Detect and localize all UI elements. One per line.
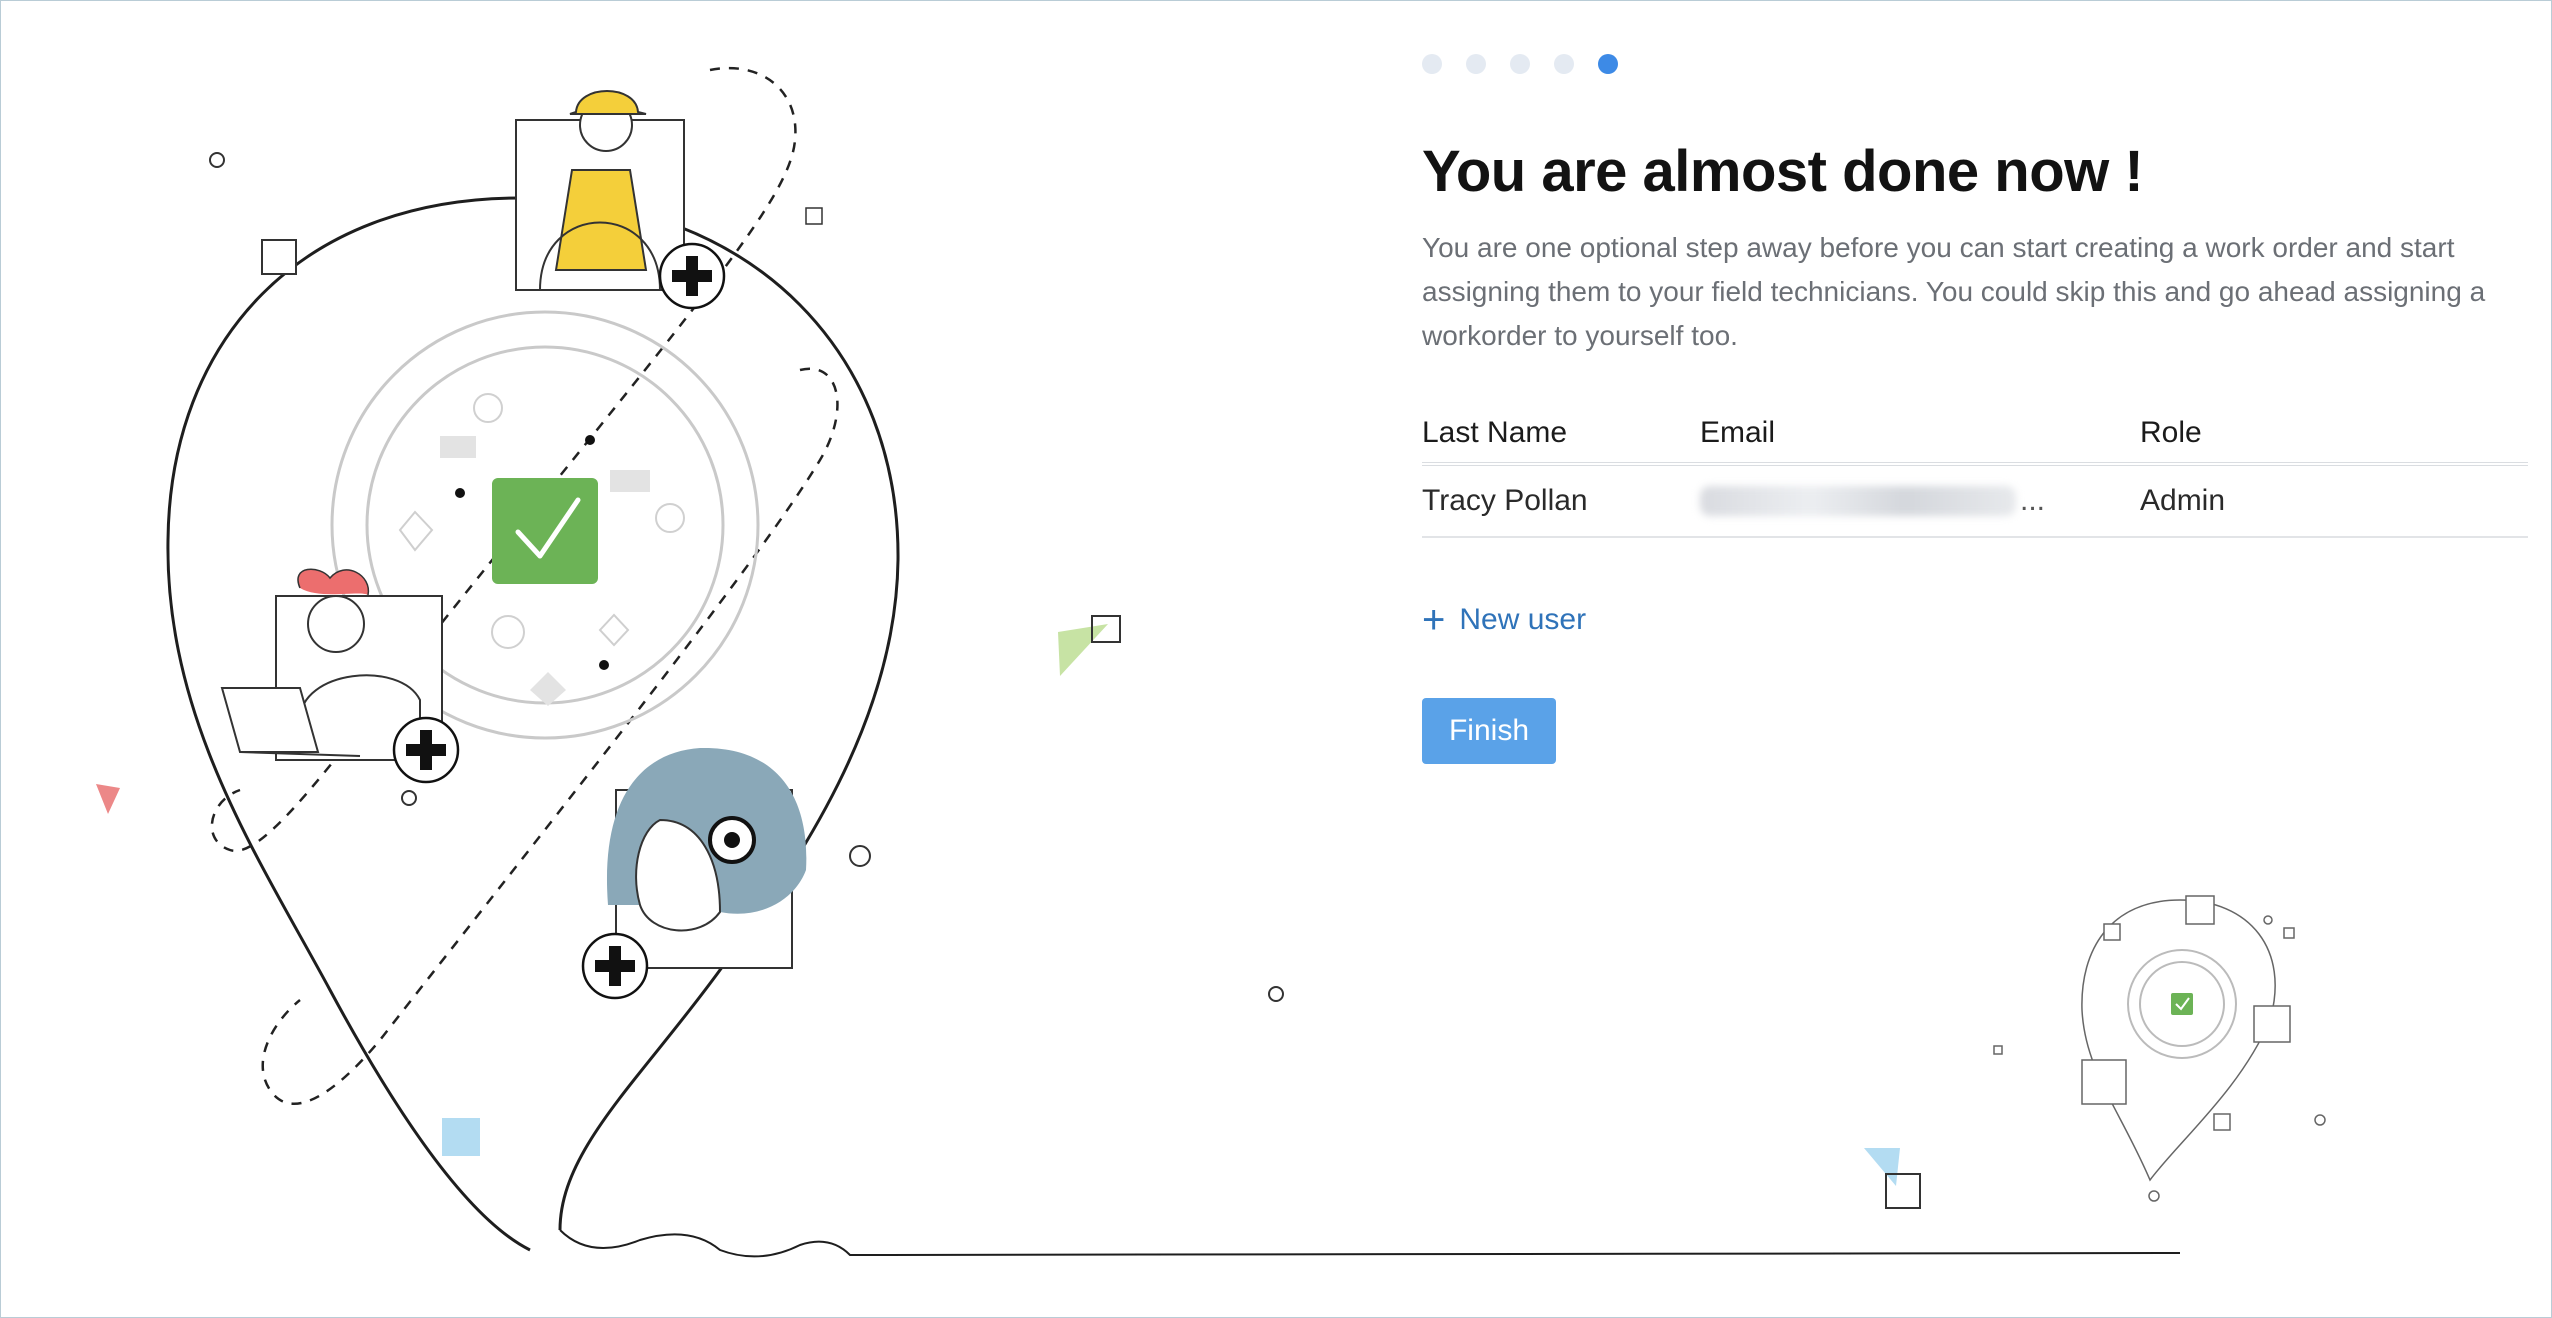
finish-button[interactable]: Finish xyxy=(1422,698,1556,764)
step-dot-5[interactable] xyxy=(1598,54,1618,74)
table-header: Last Name Email Role xyxy=(1422,404,2528,466)
column-header-email: Email xyxy=(1700,416,1776,449)
new-user-link[interactable]: + New user xyxy=(1422,600,1586,640)
plus-icon: + xyxy=(1422,598,1446,642)
progress-stepper xyxy=(1422,54,1618,74)
check-box xyxy=(492,478,598,584)
step-dot-2[interactable] xyxy=(1466,54,1486,74)
step-dot-1[interactable] xyxy=(1422,54,1442,74)
hard-hat xyxy=(569,90,647,115)
small-map-pin xyxy=(2081,899,2276,1182)
map-pin-outline-right xyxy=(519,196,900,1231)
page-description: You are one optional step away before yo… xyxy=(1422,232,2486,351)
redacted-email xyxy=(1700,486,2016,516)
new-user-label: New user xyxy=(1459,603,1587,636)
onboarding-illustration xyxy=(96,66,2326,1258)
user-email: ... xyxy=(1700,484,2140,518)
users-table: Last Name Email Role Tracy Pollan ... Ad… xyxy=(1422,404,2528,538)
page-title: You are almost done now ! xyxy=(1422,139,2144,204)
email-ellipsis: ... xyxy=(2020,484,2046,517)
column-header-last-name: Last Name xyxy=(1422,416,1568,449)
table-row: Tracy Pollan ... Admin xyxy=(1422,466,2528,538)
ground-line xyxy=(559,1229,2181,1258)
user-last-name: Tracy Pollan xyxy=(1422,484,1588,517)
step-dot-3[interactable] xyxy=(1510,54,1530,74)
laptop xyxy=(220,687,320,753)
column-header-role: Role xyxy=(2140,416,2202,449)
user-role: Admin xyxy=(2140,484,2226,517)
step-dot-4[interactable] xyxy=(1554,54,1574,74)
